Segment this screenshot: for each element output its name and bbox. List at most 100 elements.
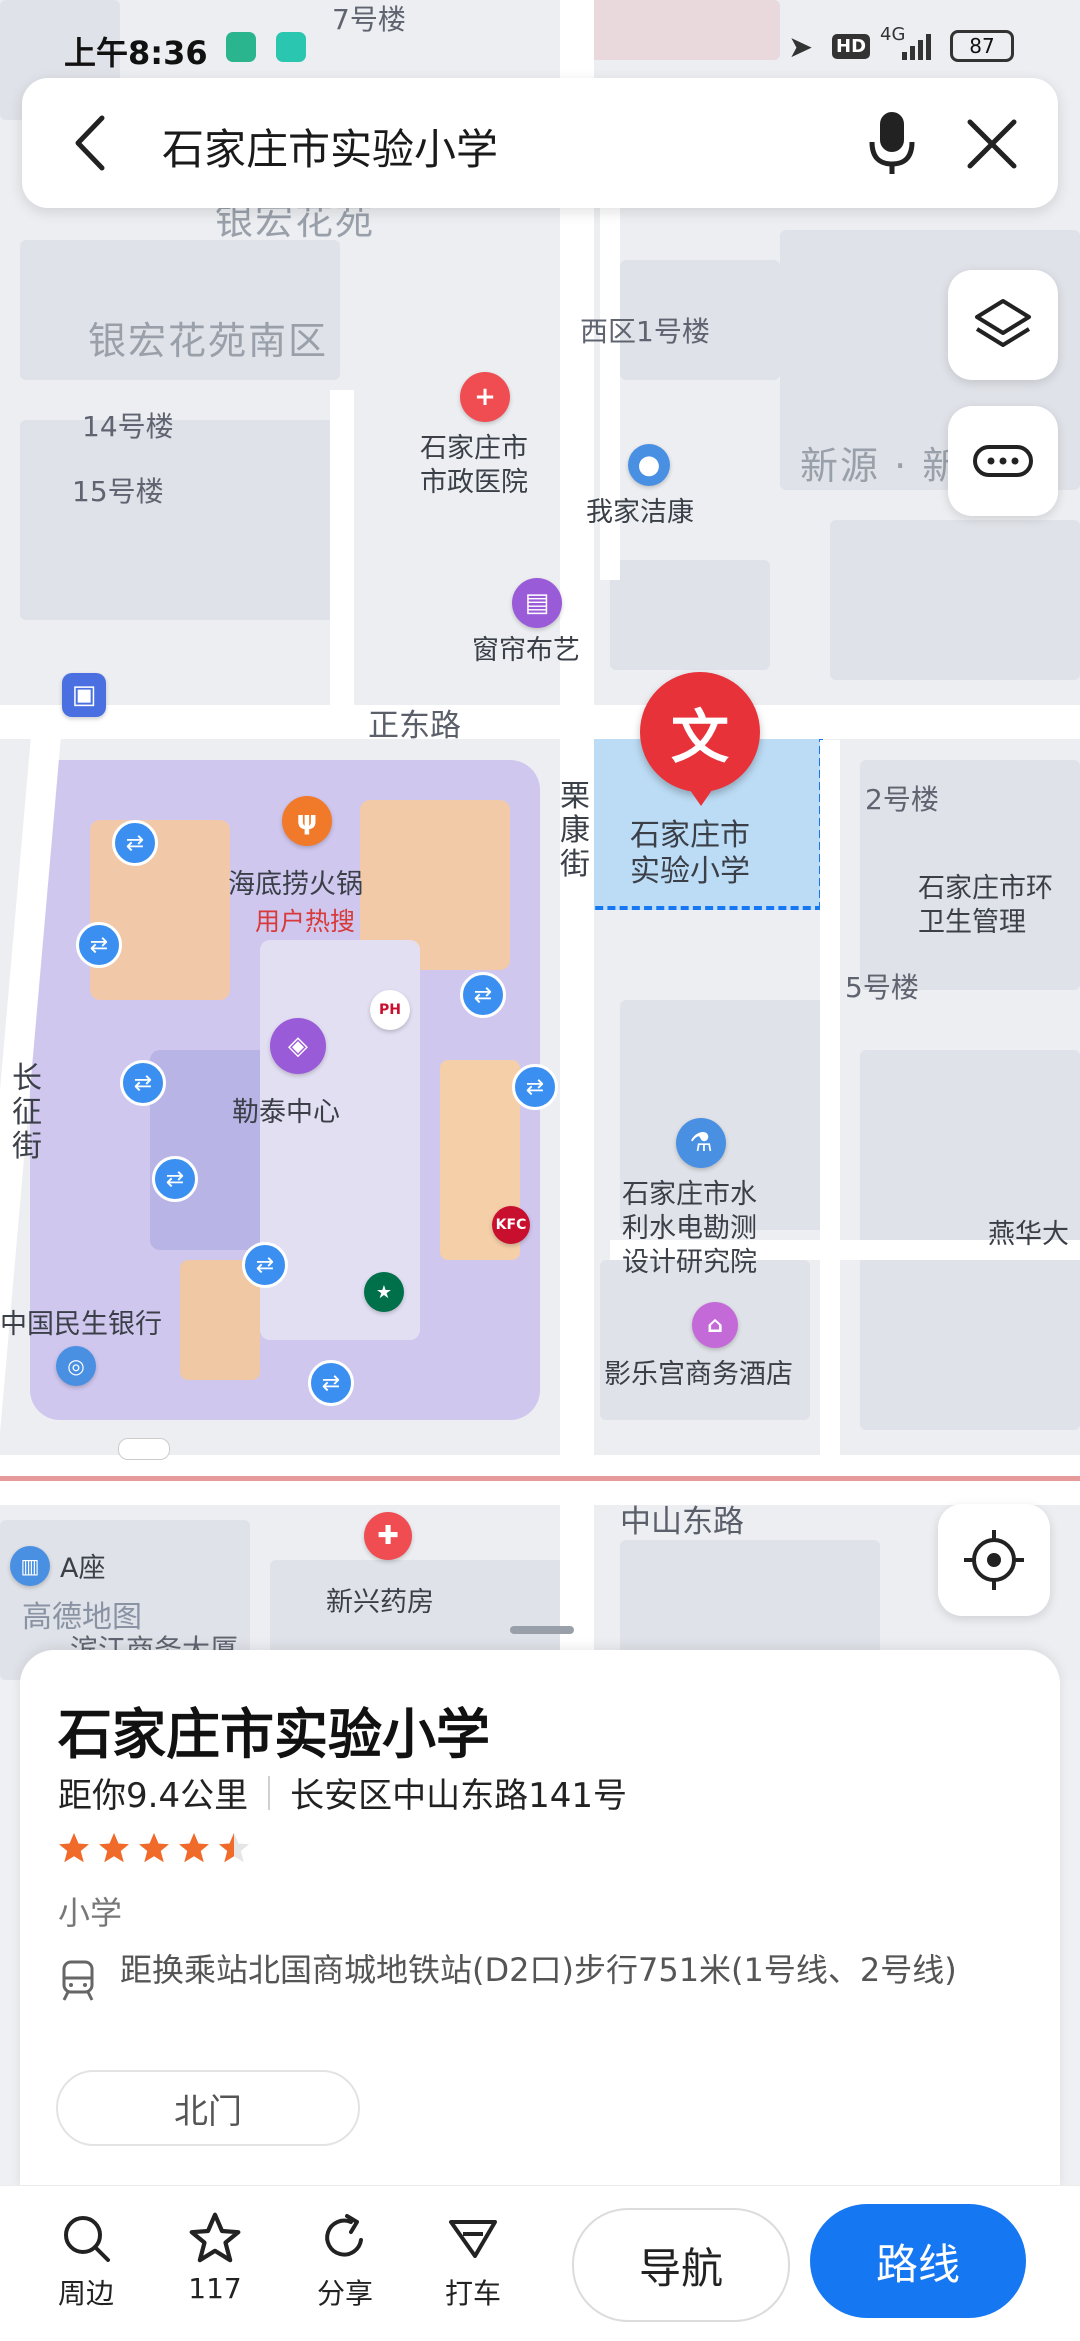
hot-search-tag: 用户热搜: [255, 907, 356, 936]
battery-icon: 87: [950, 30, 1014, 62]
escalator-icon: ⇄: [242, 1242, 288, 1288]
poi-meta: 距你9.4公里 长安区中山东路141号: [58, 1768, 627, 1817]
bus-stop-icon[interactable]: ▣: [62, 673, 106, 717]
close-icon[interactable]: [962, 114, 1022, 174]
map-label-yanhua[interactable]: 燕华大: [988, 1218, 1069, 1252]
map-label-env-sanitation[interactable]: 石家庄市环 卫生管理: [918, 872, 1053, 940]
telegram-notification-icon: [276, 32, 306, 62]
escalator-icon: ⇄: [308, 1360, 354, 1406]
map-label-school[interactable]: 石家庄市 实验小学: [630, 818, 750, 890]
map-label-letai[interactable]: 勒泰中心: [232, 1096, 340, 1130]
locate-me-button[interactable]: [938, 1504, 1050, 1616]
location-dot-icon[interactable]: ●: [628, 444, 670, 486]
poi-address: 长安区中山东路141号: [290, 1776, 627, 1816]
kfc-icon[interactable]: KFC: [492, 1206, 530, 1244]
favorite-count: 117: [188, 2272, 242, 2305]
taxi-button[interactable]: 打车: [423, 2210, 523, 2312]
hotel-icon[interactable]: ⌂: [692, 1302, 738, 1348]
escalator-icon: ⇄: [76, 922, 122, 968]
status-bar: 上午8:36 ➤ HD 4G 87: [0, 0, 1080, 90]
escalator-icon: ⇄: [112, 820, 158, 866]
half-star-icon: [219, 1833, 249, 1863]
shopping-bag-icon[interactable]: ◈: [270, 1018, 326, 1074]
starbucks-icon[interactable]: ★: [364, 1272, 404, 1312]
wechat-notification-icon: [226, 32, 256, 62]
map-label-west-1: 西区1号楼: [580, 315, 710, 348]
poi-category: 小学: [58, 1894, 123, 1932]
map-label-minsheng-bank[interactable]: 中国民生银行: [0, 1308, 162, 1342]
microphone-icon[interactable]: [862, 108, 922, 178]
layers-icon: [975, 299, 1031, 347]
route-button[interactable]: 路线: [810, 2204, 1026, 2318]
road-label-zhongshan: 中山东路: [620, 1504, 744, 1540]
rating-stars: [56, 1830, 252, 1866]
map-label-curtain[interactable]: 窗帘布艺: [472, 634, 580, 668]
escalator-icon: ⇄: [460, 972, 506, 1018]
map-label-hospital[interactable]: 石家庄市 市政医院: [420, 432, 528, 500]
nearby-label: 周边: [57, 2277, 114, 2310]
share-icon: [325, 2214, 363, 2257]
star-outline-icon: [189, 2212, 241, 2263]
bottom-action-bar: 周边 117 分享 打车 导航 路线: [0, 2185, 1080, 2341]
escalator-icon: ⇄: [120, 1060, 166, 1106]
pharmacy-icon[interactable]: ✚: [364, 1512, 412, 1560]
hospital-icon[interactable]: +: [460, 372, 510, 422]
hd-badge: HD: [832, 34, 871, 59]
map-label-haidilao[interactable]: 海底捞火锅: [228, 868, 363, 902]
map-view[interactable]: 7号楼 银宏花苑 银宏花苑南区 西区1号楼 14号楼 15号楼 新源 · 新 +…: [0, 0, 1080, 1680]
taxi-label: 打车: [444, 2277, 501, 2310]
location-arrow-icon: ➤: [788, 30, 814, 65]
shop-icon[interactable]: ▤: [512, 578, 562, 628]
restaurant-icon[interactable]: ψ: [282, 796, 332, 846]
bank-icon[interactable]: ◎: [56, 1346, 96, 1386]
layers-button[interactable]: [948, 270, 1058, 380]
battery-level: 87: [969, 34, 995, 58]
entrance-north-chip[interactable]: 北门: [56, 2070, 360, 2146]
share-label: 分享: [316, 2277, 373, 2310]
search-bar[interactable]: 石家庄市实验小学: [22, 78, 1058, 208]
poi-distance: 距你9.4公里: [58, 1776, 249, 1816]
poi-info-panel[interactable]: 石家庄市实验小学 距你9.4公里 长安区中山东路141号 小学 距换乘站北国商城…: [20, 1626, 1060, 2190]
traffic-light-icon: [118, 1438, 170, 1460]
map-label-xinyuan: 新源 · 新: [800, 444, 963, 488]
back-icon[interactable]: [62, 110, 122, 176]
escalator-icon: ⇄: [152, 1156, 198, 1202]
more-icon: [973, 445, 1033, 477]
navigate-button[interactable]: 导航: [572, 2208, 790, 2322]
school-pin-icon[interactable]: 文: [640, 672, 760, 792]
nearby-button[interactable]: 周边: [36, 2210, 136, 2312]
map-label-xinxing-pharmacy[interactable]: 新兴药房: [326, 1586, 434, 1620]
poi-title: 石家庄市实验小学: [58, 1703, 490, 1766]
drag-handle[interactable]: [510, 1626, 574, 1634]
map-label-water-institute[interactable]: 石家庄市水 利水电勘测 设计研究院: [622, 1178, 757, 1280]
map-label-b5: 5号楼: [845, 971, 919, 1004]
map-label-yingle-hotel[interactable]: 影乐宫商务酒店: [604, 1358, 793, 1392]
subway-icon: [56, 1958, 100, 2002]
building-icon[interactable]: ▥: [10, 1546, 50, 1586]
transit-info: 距换乘站北国商城地铁站(D2口)步行751米(1号线、2号线): [120, 1951, 957, 1989]
locate-icon: [964, 1530, 1024, 1590]
map-label-jiekang[interactable]: 我家洁康: [586, 496, 694, 530]
map-label-b15: 15号楼: [72, 475, 164, 508]
star-icon: [179, 1833, 209, 1863]
road-label-zhengdong: 正东路: [368, 708, 461, 744]
map-label-b2: 2号楼: [865, 783, 939, 816]
star-icon: [99, 1833, 129, 1863]
signal-icon: [900, 30, 936, 62]
star-icon: [139, 1833, 169, 1863]
favorite-button[interactable]: 117: [165, 2210, 265, 2305]
map-label-b14: 14号楼: [82, 410, 174, 443]
pizza-hut-icon[interactable]: PH: [370, 990, 410, 1030]
taxi-flag-icon: [449, 2220, 497, 2258]
escalator-icon: ⇄: [512, 1064, 558, 1110]
map-label-a-zuo[interactable]: A座: [60, 1552, 105, 1586]
more-button[interactable]: [948, 406, 1058, 516]
share-button[interactable]: 分享: [295, 2210, 395, 2312]
status-time: 上午8:36: [64, 34, 208, 72]
search-query[interactable]: 石家庄市实验小学: [162, 116, 498, 177]
road-label-changzheng: 长 征 街: [12, 1061, 42, 1164]
road-label-sukang: 栗 康 街: [560, 779, 590, 882]
lab-flask-icon[interactable]: ⚗: [676, 1118, 726, 1168]
search-icon: [64, 2216, 110, 2262]
map-label-yinhong-south: 银宏花苑南区: [88, 319, 329, 363]
